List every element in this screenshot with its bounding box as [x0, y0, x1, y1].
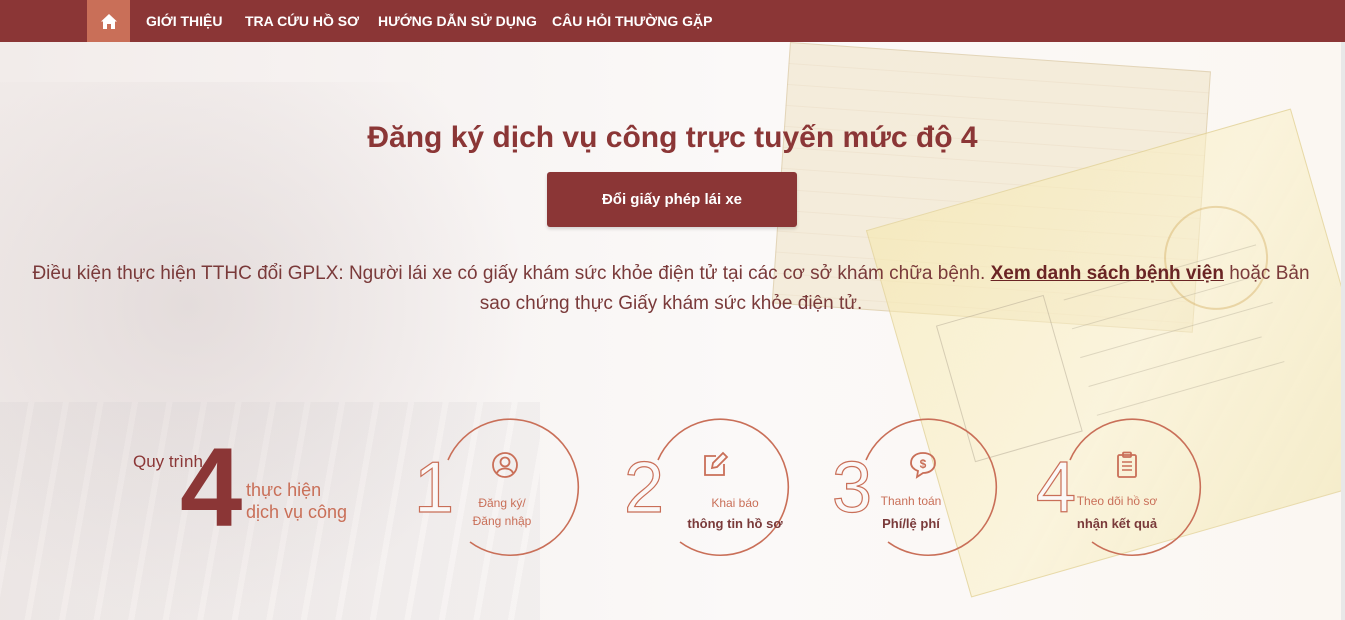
step-2-line1: Khai báo: [711, 496, 759, 510]
step-3-line2: Phí/lệ phí: [882, 516, 940, 531]
nav-home-button[interactable]: [87, 0, 130, 42]
step-3-line1: Thanh toán: [880, 494, 942, 508]
step-1-line1: Đăng ký/: [478, 496, 526, 510]
process-step-4[interactable]: 4 Theo dõi hồ sơ nhận kết quả: [1035, 412, 1222, 562]
clipboard-icon: [1117, 451, 1137, 478]
step-4-line1: Theo dõi hồ sơ: [1076, 494, 1158, 508]
step-3-number: 3: [831, 448, 873, 528]
home-icon: [100, 13, 117, 29]
user-icon: [492, 452, 518, 478]
svg-text:$: $: [920, 457, 927, 471]
process-subtitle: thực hiện dịch vụ công: [246, 479, 347, 523]
scrollbar-track[interactable]: [1341, 42, 1345, 620]
dollar-icon: $: [910, 452, 936, 479]
nav-item-cau-hoi-thuong-gap[interactable]: CÂU HỎI THƯỜNG GẶP: [552, 0, 712, 42]
step-2-line2: thông tin hồ sơ: [687, 516, 783, 531]
step-4-ring: [1069, 418, 1202, 557]
doi-giay-phep-lai-xe-button[interactable]: Đổi giấy phép lái xe: [547, 172, 797, 227]
process-step-2[interactable]: 2 Khai báo thông tin hồ sơ: [623, 412, 810, 562]
step-1-ring: [447, 418, 580, 557]
nav-item-gioi-thieu[interactable]: GIỚI THIỆU: [146, 0, 223, 42]
top-navbar: GIỚI THIỆU TRA CỨU HỒ SƠ HƯỚNG DẪN SỬ DỤ…: [0, 0, 1345, 42]
process-step-3[interactable]: 3 $ Thanh toán Phí/lệ phí: [831, 412, 1018, 562]
step-4-line2: nhận kết quả: [1076, 516, 1158, 531]
step-2-ring: [657, 418, 790, 557]
process-step-count: 4: [180, 425, 243, 550]
hospital-list-link[interactable]: Xem danh sách bệnh viện: [991, 263, 1224, 284]
edit-icon: [704, 451, 729, 476]
step-3-ring: [865, 418, 998, 557]
condition-text: Điều kiện thực hiện TTHC đổi GPLX: Người…: [16, 259, 1326, 319]
nav-item-tra-cuu-ho-so[interactable]: TRA CỨU HỒ SƠ: [245, 0, 359, 42]
condition-text-part1: Điều kiện thực hiện TTHC đổi GPLX: Người…: [32, 263, 986, 284]
process-subtitle-line1: thực hiện: [246, 480, 322, 500]
page-title: Đăng ký dịch vụ công trực tuyến mức độ 4: [367, 121, 978, 154]
step-1-line2: Đăng nhập: [472, 514, 532, 528]
nav-item-huong-dan-su-dung[interactable]: HƯỚNG DẪN SỬ DỤNG: [378, 0, 537, 42]
step-4-number: 4: [1035, 448, 1077, 528]
step-2-number: 2: [623, 448, 665, 528]
process-step-1[interactable]: 1 Đăng ký/ Đăng nhập: [413, 412, 600, 562]
process-subtitle-line2: dịch vụ công: [246, 502, 348, 522]
